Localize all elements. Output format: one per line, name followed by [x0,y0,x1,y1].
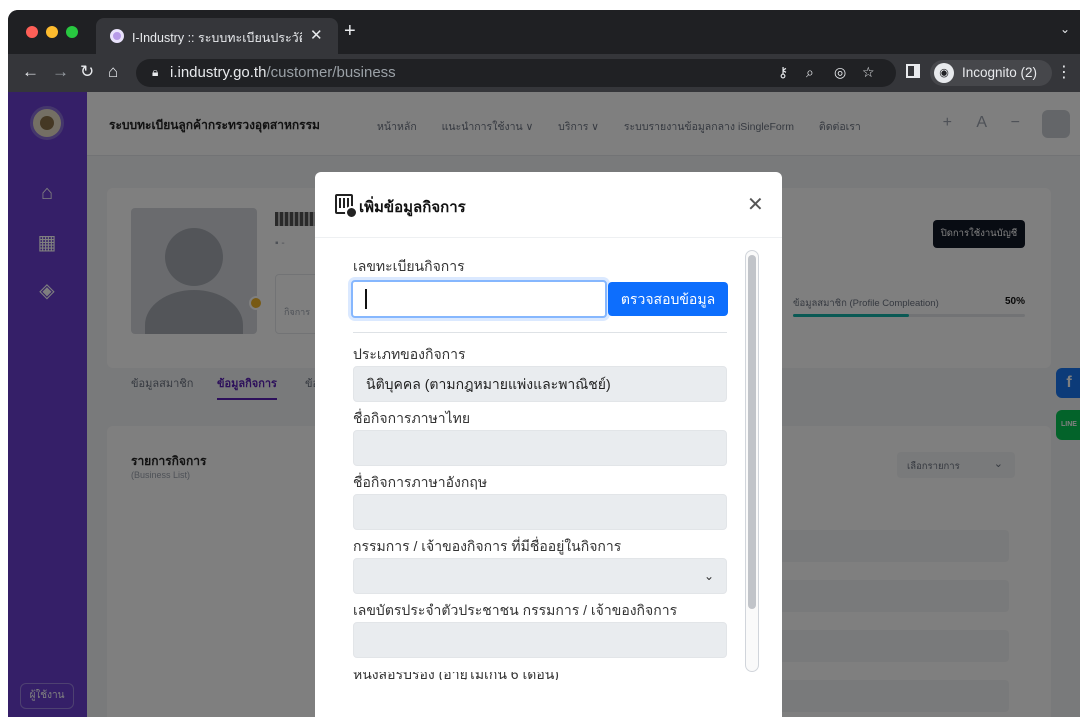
home-icon[interactable]: ⌂ [108,62,118,82]
id-card-field[interactable] [353,622,727,658]
chevron-down-icon: ⌄ [703,569,714,583]
tab-search-icon[interactable]: ⌄ [1060,22,1070,36]
director-select[interactable]: ⌄ [353,558,727,594]
reload-icon[interactable]: ↻ [80,62,94,82]
director-label: กรรมการ / เจ้าของกิจการ ที่มีชื่ออยู่ในก… [353,538,622,554]
close-icon[interactable]: ✕ [747,192,764,217]
side-panel-icon[interactable] [906,64,920,78]
registration-number-label: เลขทะเบียนกิจการ [353,258,465,274]
close-window-button[interactable] [26,26,38,38]
lock-icon[interactable]: 🔒︎ [152,65,158,80]
business-name-en-field[interactable] [353,494,727,530]
browser-tab[interactable]: I-Industry :: ระบบทะเบียนประวัติ ✕ [96,18,338,54]
registration-number-input[interactable] [351,280,607,318]
page-viewport: ⌂ ▦ ◈ ผู้ใช้งาน ระบบทะเบียนลูกค้ากระทรวง… [8,92,1080,717]
new-tab-button[interactable]: + [344,20,356,43]
add-business-modal: เพิ่มข้อมูลกิจการ ✕ เลขทะเบียนกิจการ ตรว… [315,172,782,717]
zoom-icon[interactable]: ⌕ [806,64,814,81]
modal-body: เลขทะเบียนกิจการ ตรวจสอบข้อมูล ประเภทของ… [315,238,782,698]
eye-slash-icon[interactable]: ◎ [834,64,846,81]
modal-title: เพิ่มข้อมูลกิจการ [359,199,466,216]
address-bar[interactable]: 🔒︎ i.industry.go.th/customer/business ⚷ … [136,59,896,87]
incognito-badge[interactable]: ◉ Incognito (2) [930,60,1052,86]
certificate-label: หนังสือรับรอง (อายุไม่เกิน 6 เดือน) [353,672,559,680]
forward-icon[interactable]: → [52,62,69,82]
back-icon[interactable]: ← [22,62,39,82]
id-card-label: เลขบัตรประจำตัวประชาชน กรรมการ / เจ้าของ… [353,602,678,618]
favicon-icon [110,29,124,43]
check-data-button[interactable]: ตรวจสอบข้อมูล [608,282,728,316]
incognito-label: Incognito (2) [962,65,1038,80]
business-type-field[interactable]: นิติบุคคล (ตามกฎหมายแพ่งและพาณิชย์) [353,366,727,402]
business-type-label: ประเภทของกิจการ [353,346,466,362]
business-name-en-label: ชื่อกิจการภาษาอังกฤษ [353,474,488,490]
business-name-th-label: ชื่อกิจการภาษาไทย [353,410,471,426]
menu-icon[interactable]: ⋮ [1056,62,1072,82]
building-add-icon [335,194,358,219]
tab-title: I-Industry :: ระบบทะเบียนประวัติ [132,31,302,45]
modal-scrollbar[interactable] [745,250,759,672]
star-icon[interactable]: ☆ [862,64,875,81]
modal-header: เพิ่มข้อมูลกิจการ ✕ [315,172,782,238]
incognito-icon: ◉ [934,63,954,83]
maximize-window-button[interactable] [66,26,78,38]
url-text[interactable]: i.industry.go.th/customer/business [170,64,396,81]
browser-window: I-Industry :: ระบบทะเบียนประวัติ ✕ + ⌄ ←… [8,10,1080,717]
minimize-window-button[interactable] [46,26,58,38]
modal-scrollbar-thumb[interactable] [748,255,756,609]
divider [353,332,727,333]
key-icon[interactable]: ⚷ [778,64,788,81]
business-name-th-field[interactable] [353,430,727,466]
tab-close-icon[interactable]: ✕ [310,26,323,44]
tab-bar: I-Industry :: ระบบทะเบียนประวัติ ✕ + ⌄ [8,10,1080,54]
address-toolbar: ← → ↻ ⌂ 🔒︎ i.industry.go.th/customer/bus… [8,54,1080,92]
